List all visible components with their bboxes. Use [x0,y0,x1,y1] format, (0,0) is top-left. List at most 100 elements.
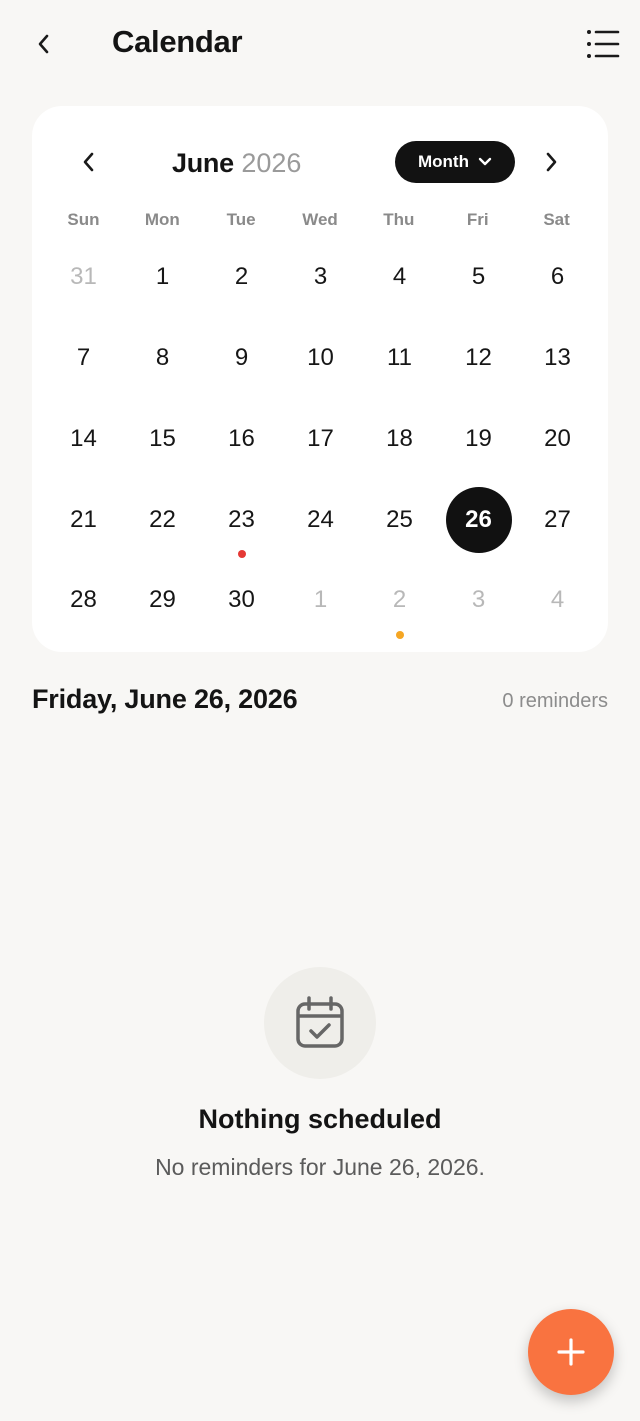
day-number: 20 [544,424,571,452]
calendar-check-icon [296,996,344,1048]
day-number: 30 [228,586,255,614]
weekday-label: Sat [543,210,570,229]
day-number: 28 [70,586,97,614]
day-cell[interactable]: 28 [44,560,123,641]
view-mode-label: Month [418,152,469,171]
day-number: 12 [465,344,492,372]
day-cell[interactable]: 4 [360,237,439,318]
chevron-right-icon [546,152,557,172]
day-cell[interactable]: 16 [202,399,281,480]
add-reminder-button[interactable] [528,1309,614,1395]
day-number: 2 [234,263,249,291]
day-number: 9 [234,344,249,372]
day-cell[interactable]: 23 [202,479,281,560]
day-cell[interactable]: 9 [202,318,281,399]
calendar-card: June 2026 Month Sun Mon Tue Wed Thu Fri Sat 31… [32,106,608,652]
day-number: 17 [307,424,334,452]
day-cell[interactable]: 13 [518,318,597,399]
weekday-label: Mon [144,210,180,229]
day-cell[interactable]: 20 [518,399,597,480]
year-label: 2026 [241,148,302,178]
weekday-header: Sun Mon Tue Wed Thu Fri Sat [44,210,596,238]
day-cell[interactable]: 12 [439,318,518,399]
day-number: 7 [76,344,91,372]
day-number: 3 [313,263,328,291]
day-number: 22 [149,505,176,533]
weekday-label: Wed [302,210,338,229]
day-cell[interactable]: 5 [439,237,518,318]
day-cell[interactable]: 2 [360,560,439,641]
day-cell[interactable]: 21 [44,479,123,560]
previous-month-button[interactable] [72,144,104,180]
day-number: 15 [149,424,176,452]
event-indicator-dot [395,631,404,639]
day-cell[interactable]: 17 [281,399,360,480]
weekday-label: Sun [67,210,100,229]
day-number: 11 [387,344,412,372]
empty-state-title: Nothing scheduled [198,1104,442,1134]
day-cell[interactable]: 2 [202,237,281,318]
day-number: 23 [228,505,255,533]
day-cell[interactable]: 24 [281,479,360,560]
back-button[interactable] [26,26,60,62]
day-number: 10 [307,344,334,372]
day-cell[interactable]: 19 [439,399,518,480]
chevron-down-icon [478,157,492,166]
chevron-left-icon [38,34,49,54]
day-cell[interactable]: 4 [518,560,597,641]
day-number: 31 [70,263,97,291]
day-cell[interactable]: 18 [360,399,439,480]
day-cell[interactable]: 11 [360,318,439,399]
day-number: 29 [149,586,176,614]
day-cell[interactable]: 10 [281,318,360,399]
day-cell[interactable]: 6 [518,237,597,318]
view-mode-dropdown[interactable]: Month [395,141,515,183]
day-number: 26 [445,486,512,553]
next-month-button[interactable] [536,144,568,180]
day-cell[interactable]: 25 [360,479,439,560]
day-cell[interactable]: 1 [123,237,202,318]
day-cell[interactable]: 15 [123,399,202,480]
plus-icon [557,1338,585,1366]
empty-state-badge [264,967,376,1079]
day-number: 1 [155,263,170,291]
day-number: 13 [544,344,571,372]
day-cell[interactable]: 30 [202,560,281,641]
app-header: Calendar [0,0,640,90]
day-cell[interactable]: 7 [44,318,123,399]
day-cell[interactable]: 3 [281,237,360,318]
day-number: 1 [313,586,328,614]
day-number: 8 [155,344,170,372]
day-number: 25 [386,505,413,533]
day-number: 19 [465,424,492,452]
day-number: 18 [386,424,413,452]
page-title: Calendar [112,24,243,59]
reminder-count: 0 reminders [502,690,608,712]
day-cell[interactable]: 14 [44,399,123,480]
day-number: 5 [471,263,486,291]
day-cell-selected[interactable]: 26 [439,479,518,560]
weekday-label: Thu [383,210,415,229]
day-cell[interactable]: 31 [44,237,123,318]
list-icon [587,30,620,58]
day-number: 27 [544,505,571,533]
day-cell[interactable]: 29 [123,560,202,641]
weekday-label: Tue [226,210,256,229]
day-number: 14 [70,424,97,452]
day-cell[interactable]: 27 [518,479,597,560]
day-number: 6 [550,263,565,291]
day-number: 24 [307,505,334,533]
list-view-button[interactable] [580,24,624,64]
event-indicator-dot [237,550,246,559]
month-name: June [172,148,234,178]
day-number: 16 [228,424,255,452]
empty-state-subtitle: No reminders for June 26, 2026. [155,1154,485,1180]
calendar-grid: 31 1 2 3 4 5 6 7 8 9 10 11 12 13 14 15 16 17 18 19 20 21 22 23 2… [44,237,596,641]
day-cell[interactable]: 22 [123,479,202,560]
day-cell[interactable]: 3 [439,560,518,641]
day-number: 4 [392,263,407,291]
day-cell[interactable]: 8 [123,318,202,399]
day-cell[interactable]: 1 [281,560,360,641]
month-year-label: June 2026 [172,144,332,182]
selected-date-heading: Friday, June 26, 2026 [32,684,298,714]
